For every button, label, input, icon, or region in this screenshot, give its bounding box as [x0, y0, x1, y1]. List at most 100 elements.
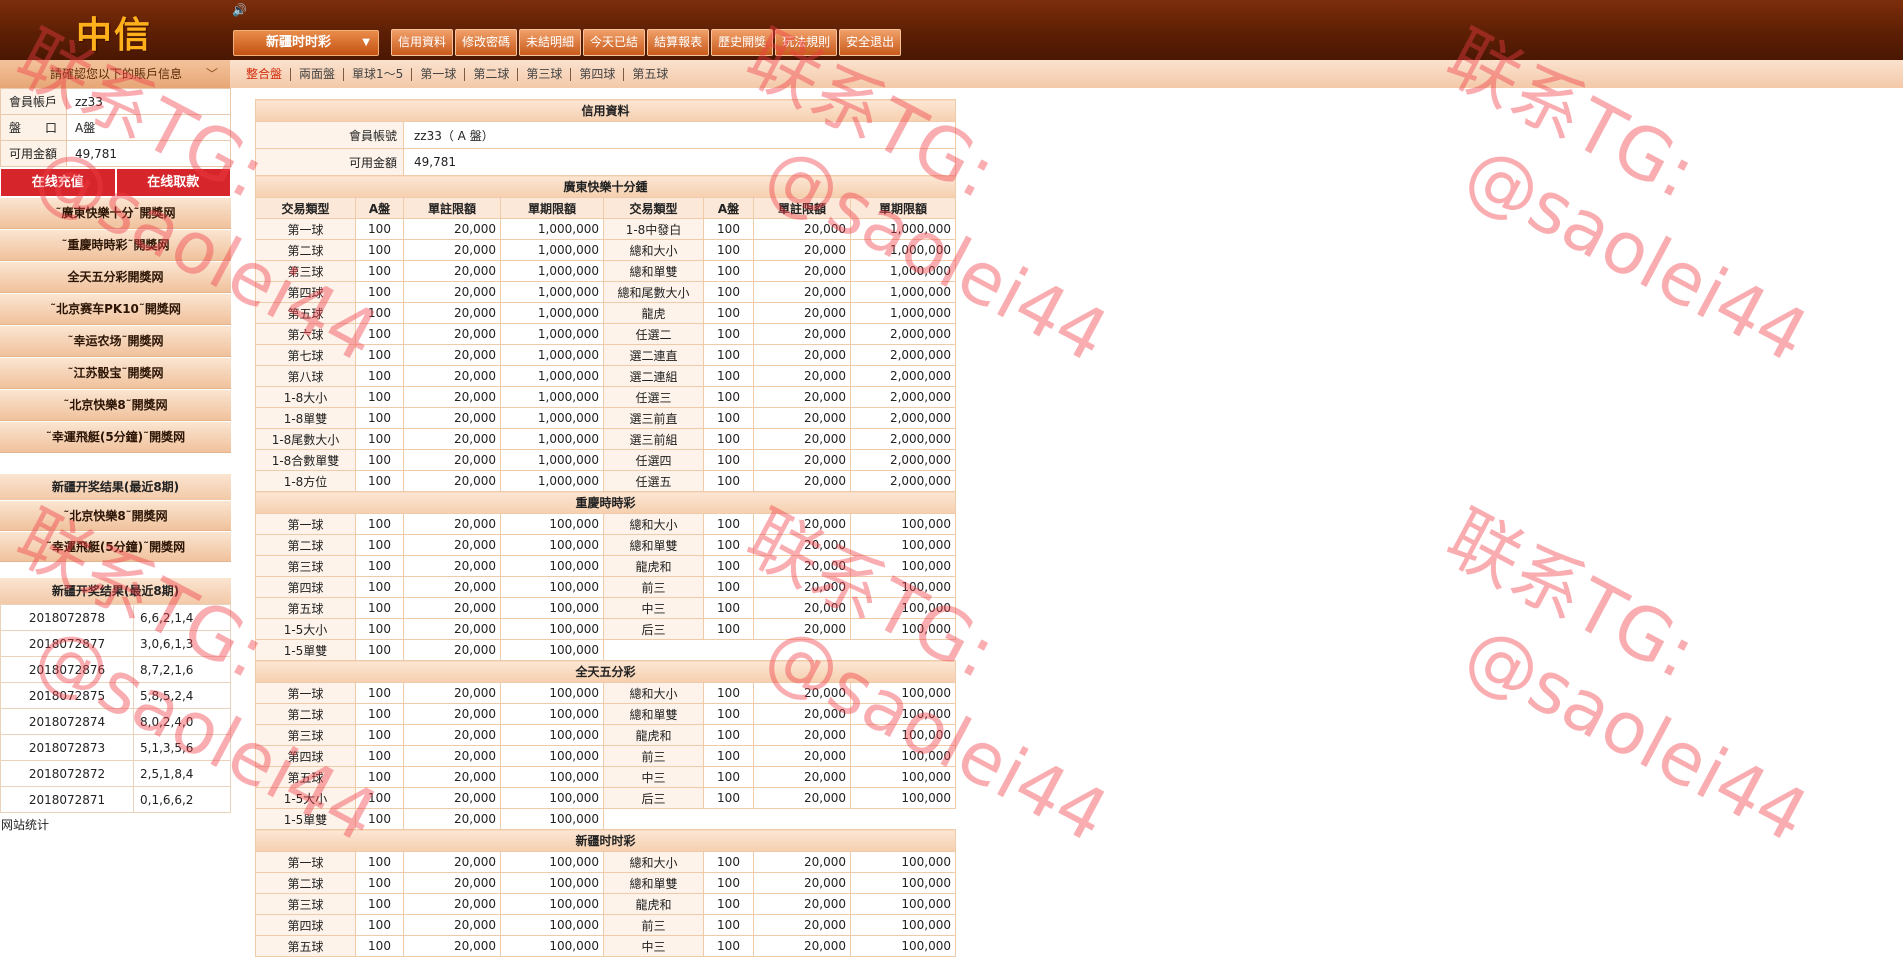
- limit-row: 1-5單雙 100 20,000 100,000: [255, 639, 956, 661]
- limit-cell: 2,000,000: [849, 323, 957, 345]
- limit-row: 第五球 100 20,000 1,000,000 龍虎 100 20,000 1,000,00…: [255, 302, 957, 324]
- limit-cell: 20,000: [403, 618, 501, 640]
- limit-row: 1-8尾數大小 100 20,000 1,000,000 選三前組 100 20,000 2,…: [255, 428, 957, 450]
- limit-cell: 總和大小: [603, 239, 704, 261]
- limit-cell: 1,000,000: [849, 281, 957, 303]
- section-header-row: 廣東快樂十分鍾: [254, 175, 957, 198]
- limit-cell: 第七球: [255, 344, 356, 366]
- limit-cell: 100: [355, 808, 404, 830]
- account-info-label: 請確認您以下的賬戶信息: [50, 67, 183, 81]
- limit-cell: 20,000: [403, 703, 501, 725]
- lottery-link[interactable]: 全天五分彩開獎网: [0, 261, 231, 293]
- limit-cell: 100: [355, 787, 404, 809]
- limit-cell: 20,000: [403, 260, 501, 282]
- limit-cell: 100: [703, 787, 754, 809]
- section-header-row: 信用資料: [254, 99, 957, 122]
- speaker-icon[interactable]: 🔊: [232, 3, 247, 17]
- nav-button[interactable]: 今天已結: [583, 29, 646, 56]
- lottery-link[interactable]: ˜北京赛车PK10˜開獎网: [0, 293, 231, 325]
- lottery-link[interactable]: ˜幸運飛艇(5分鐘)˜開獎网: [0, 421, 231, 453]
- limit-cell: 100: [355, 365, 404, 387]
- nav-button[interactable]: 玩法規則: [775, 29, 838, 56]
- limit-cell: 20,000: [403, 365, 501, 387]
- limit-cell: 選三前組: [603, 428, 704, 450]
- limit-cell: 20,000: [403, 218, 501, 240]
- limit-cell: 2,000,000: [849, 407, 957, 429]
- limit-cell: 中三: [603, 597, 704, 619]
- limit-cell: 20,000: [403, 766, 501, 788]
- limit-cell: 100: [703, 344, 754, 366]
- tab-item[interactable]: 第四球: [571, 67, 625, 81]
- limit-cell: 1,000,000: [849, 239, 957, 261]
- limit-cell: 20,000: [403, 682, 501, 704]
- limit-cell: 100,000: [849, 935, 957, 957]
- sub-bar: 請確認您以下的賬戶信息 ﹀ 整合盤 兩面盤 單球1～5 第一球 第二球 第三球 第四球 第五球: [0, 60, 1903, 88]
- lottery-link[interactable]: ˜幸运农场˜開獎网: [0, 325, 231, 357]
- limit-cell: 20,000: [403, 724, 501, 746]
- lottery-link[interactable]: ˜北京快樂8˜開獎网: [0, 389, 231, 421]
- nav-button[interactable]: 歷史開獎: [711, 29, 774, 56]
- limit-cell: 龍虎和: [603, 893, 704, 915]
- results-table: 2018072878 6,6,2,1,4 2018072877 3,0,6,1,3 20…: [0, 604, 231, 813]
- result-row: 2018072873 5,1,3,5,6: [0, 734, 231, 761]
- nav-button[interactable]: 未結明細: [519, 29, 582, 56]
- nav-button[interactable]: 結算報表: [647, 29, 710, 56]
- limit-row: 第四球 100 20,000 100,000 前三 100 20,000 100,000: [255, 914, 957, 936]
- lottery-link[interactable]: ˜江苏骰宝˜開獎网: [0, 357, 231, 389]
- deposit-button[interactable]: 在线充值: [0, 168, 116, 197]
- limit-cell: 100,000: [500, 639, 604, 661]
- limit-cell: 1-8單雙: [255, 407, 356, 429]
- account-info-toggle[interactable]: 請確認您以下的賬戶信息 ﹀: [0, 60, 230, 88]
- tab-item[interactable]: 第一球: [412, 67, 466, 81]
- tab-item[interactable]: 第三球: [518, 67, 572, 81]
- limit-cell: 第五球: [255, 766, 356, 788]
- limit-cell: 選三前直: [603, 407, 704, 429]
- limit-cell: 100,000: [849, 618, 957, 640]
- limit-cell: 100: [703, 218, 754, 240]
- nav-button[interactable]: 信用資料: [391, 29, 454, 56]
- tab-item[interactable]: 單球1～5: [344, 67, 413, 81]
- limit-cell: 20,000: [753, 407, 851, 429]
- lottery-link[interactable]: ˜廣東快樂十分˜開獎网: [0, 197, 231, 229]
- limit-cell: 20,000: [403, 281, 501, 303]
- withdraw-button[interactable]: 在线取款: [115, 168, 231, 197]
- limit-cell: 第一球: [255, 682, 356, 704]
- account-label: 盤 口: [0, 114, 67, 141]
- column-header: 交易類型: [603, 197, 704, 219]
- limit-cell: 20,000: [753, 618, 851, 640]
- limit-cell: 100: [355, 935, 404, 957]
- limit-cell: 20,000: [753, 218, 851, 240]
- limit-cell: 20,000: [753, 703, 851, 725]
- limit-cell: 20,000: [753, 302, 851, 324]
- watermark-line2: @saolei44: [1451, 608, 1822, 859]
- limit-cell: 20,000: [753, 597, 851, 619]
- nav-button[interactable]: 安全退出: [839, 29, 902, 56]
- limit-cell: 1,000,000: [500, 323, 604, 345]
- tab-item[interactable]: 第二球: [465, 67, 519, 81]
- tab-item[interactable]: 第五球: [624, 67, 676, 81]
- limit-cell: 100: [703, 302, 754, 324]
- limit-cell: 20,000: [403, 597, 501, 619]
- lottery-select[interactable]: 新疆时时彩 ▼: [233, 30, 379, 56]
- limit-cell: 1-8合數單雙: [255, 449, 356, 471]
- limit-cell: 第二球: [255, 872, 356, 894]
- lottery-link[interactable]: ˜重慶時時彩˜開獎网: [0, 229, 231, 261]
- account-row: 會員帳戶 zz33: [0, 88, 231, 115]
- lottery-link[interactable]: ˜北京快樂8˜開獎网: [0, 500, 231, 531]
- limit-cell: 100,000: [500, 766, 604, 788]
- limit-cell: 100,000: [500, 703, 604, 725]
- limit-row: 第二球 100 20,000 1,000,000 總和大小 100 20,000 1,000,…: [255, 239, 957, 261]
- tab-item[interactable]: 整合盤: [238, 67, 292, 81]
- limit-cell: 100: [703, 682, 754, 704]
- limit-cell: 第二球: [255, 534, 356, 556]
- limit-cell: 第二球: [255, 703, 356, 725]
- credit-label: 會員帳號: [255, 121, 404, 149]
- site-stat-link[interactable]: 网站统计: [1, 816, 49, 833]
- column-header: 單註限額: [753, 197, 851, 219]
- nav-button[interactable]: 修改密碼: [455, 29, 518, 56]
- limit-cell: 100: [703, 724, 754, 746]
- limit-row: 第四球 100 20,000 1,000,000 總和尾數大小 100 20,000 1,00…: [255, 281, 957, 303]
- lottery-link[interactable]: ˜幸運飛艇(5分鐘)˜開獎网: [0, 531, 231, 562]
- tab-item[interactable]: 兩面盤: [291, 67, 345, 81]
- result-row: 2018072875 5,8,5,2,4: [0, 682, 231, 709]
